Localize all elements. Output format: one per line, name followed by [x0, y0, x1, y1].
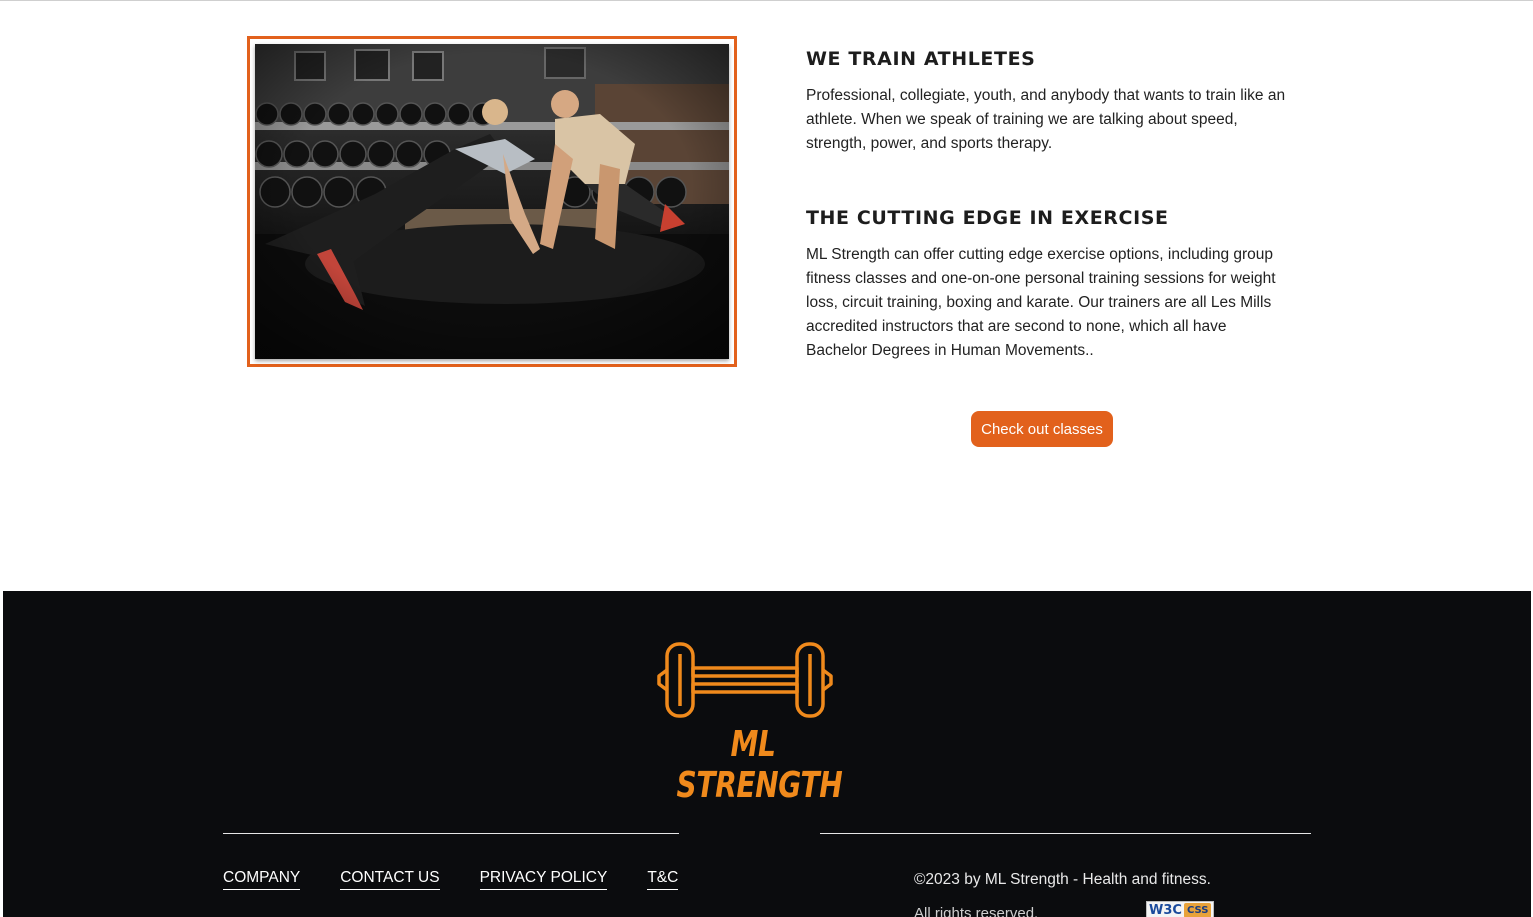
css-label: CSS [1183, 903, 1212, 917]
w3c-label: W3C [1149, 903, 1182, 917]
brand-wordmark: ML STRENGTH [676, 724, 843, 806]
footer-link-company[interactable]: COMPANY [223, 869, 301, 890]
copyright-text: ©2023 by ML Strength - Health and fitnes… [914, 871, 1211, 888]
footer-divider-left [223, 833, 679, 834]
section-text: Professional, collegiate, youth, and any… [806, 87, 1286, 152]
section-heading: WE TRAIN ATHLETES [806, 48, 1036, 70]
feature-block-exercise: THE CUTTING EDGE IN EXERCISE ML Strength… [806, 207, 1286, 363]
footer-link-terms[interactable]: T&C [647, 869, 679, 890]
w3c-css-badge[interactable]: W3C CSS [1146, 901, 1214, 917]
rights-text: All rights reserved. [914, 905, 1039, 917]
workout-photo-illustration [255, 44, 729, 359]
footer-link-contact-us[interactable]: CONTACT US [340, 869, 440, 890]
workout-photo [255, 44, 729, 359]
footer-link-privacy-policy[interactable]: PRIVACY POLICY [479, 869, 608, 890]
feature-photo-frame [247, 36, 737, 367]
footer-divider-right [820, 833, 1311, 834]
feature-block-athletes: WE TRAIN ATHLETES Professional, collegia… [806, 48, 1286, 156]
site-footer: ML STRENGTH COMPANY CONTACT US PRIVACY P… [3, 591, 1531, 917]
dumbbell-icon [657, 642, 833, 718]
section-text: ML Strength can offer cutting edge exerc… [806, 246, 1276, 359]
section-heading: THE CUTTING EDGE IN EXERCISE [806, 207, 1169, 229]
top-divider [0, 0, 1533, 1]
brand-logo[interactable]: ML STRENGTH [655, 640, 851, 806]
check-out-classes-button[interactable]: Check out classes [971, 411, 1113, 447]
footer-nav: COMPANY CONTACT US PRIVACY POLICY T&C [223, 869, 679, 890]
